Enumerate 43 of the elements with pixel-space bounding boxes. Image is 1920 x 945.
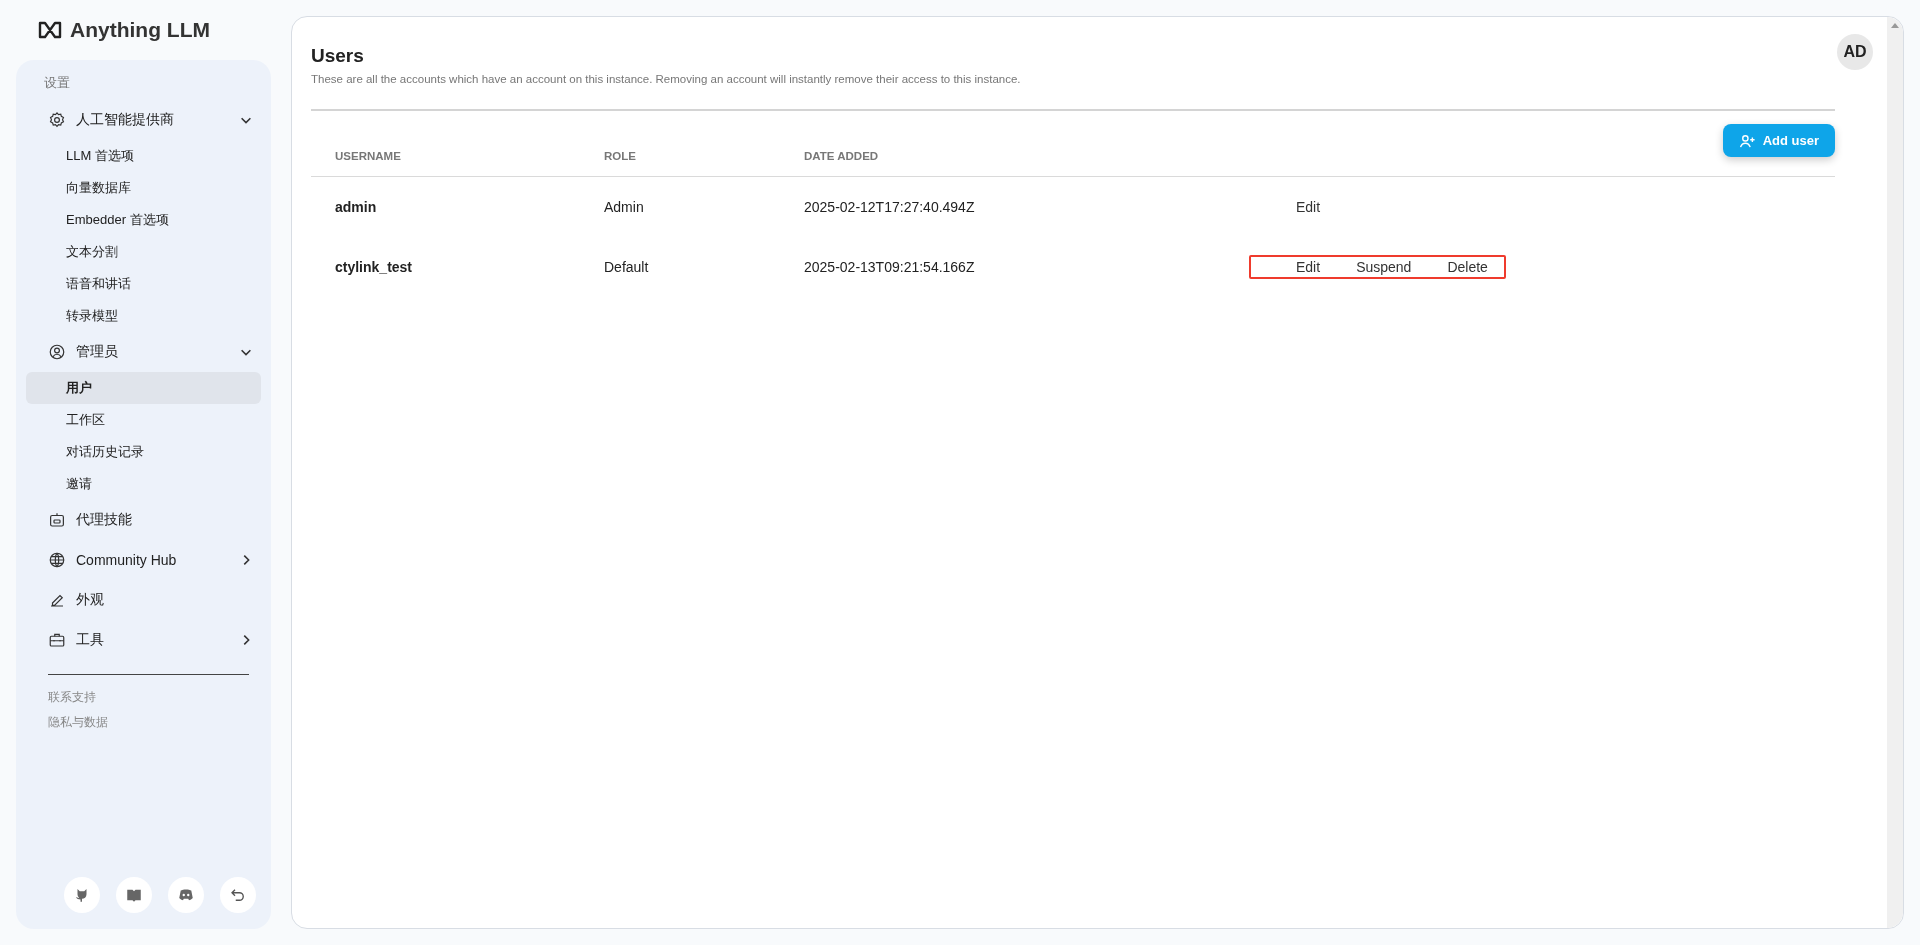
role-cell-text: Admin — [604, 199, 645, 215]
column-header: DATE ADDED — [804, 150, 880, 162]
sidebar-item[interactable]: 工具 — [26, 620, 261, 660]
sidebar-subitem[interactable]: LLM 首选项 — [26, 140, 261, 172]
column-header: USERNAME — [334, 150, 402, 162]
sidebar-item[interactable]: 管理员 — [26, 332, 261, 372]
sidebar-subitem[interactable]: 文本分割 — [26, 236, 261, 268]
page-title: Users — [311, 44, 365, 67]
sidebar-item[interactable]: 外观 — [26, 580, 261, 620]
sidebar-item[interactable]: 代理技能 — [26, 500, 261, 540]
action-link[interactable]: Edit — [1296, 199, 1321, 215]
robot-icon — [48, 511, 66, 529]
column-header: ROLE — [604, 150, 637, 162]
sidebar-subitem[interactable]: 向量数据库 — [26, 172, 261, 204]
globe-icon — [48, 551, 66, 569]
gear-icon — [48, 111, 66, 129]
brand-name: Anything LLM — [70, 18, 210, 42]
date-cell-text: 2025-02-12T17:27:40.494Z — [804, 199, 976, 215]
sidebar-item[interactable]: Community Hub — [26, 540, 261, 580]
action-link[interactable]: Delete — [1447, 259, 1488, 275]
action-link[interactable]: Edit — [1296, 259, 1321, 275]
username-cell-text: ctylink_test — [334, 259, 414, 275]
sidebar-subitem[interactable]: 对话历史记录 — [26, 436, 261, 468]
action-link[interactable]: Suspend — [1356, 259, 1412, 275]
sidebar-subitem[interactable]: 工作区 — [26, 404, 261, 436]
user-circle-icon — [48, 343, 66, 361]
briefcase-icon — [48, 631, 66, 649]
scrollbar[interactable] — [1887, 17, 1903, 928]
sidebar-subitem[interactable]: Embedder 首选项 — [26, 204, 261, 236]
sidebar-subitem[interactable]: 语音和讲话 — [26, 268, 261, 300]
sidebar-subitem[interactable]: 邀请 — [26, 468, 261, 500]
section-label: 设置 — [43, 74, 71, 92]
page-description: These are all the accounts which have an account on this instance. Removing an account will instantly remove their access to this instance. — [311, 73, 1022, 85]
sidebar-item[interactable]: 人工智能提供商 — [26, 100, 261, 140]
user-plus-icon — [1738, 133, 1757, 148]
logo-icon — [38, 21, 62, 39]
role-cell-text: Default — [604, 259, 650, 275]
book-icon[interactable] — [116, 877, 152, 913]
date-cell-text: 2025-02-13T09:21:54.166Z — [804, 259, 976, 275]
sidebar-subitem[interactable]: 转录模型 — [26, 300, 261, 332]
sidebar-subitem[interactable]: 用户 — [26, 372, 261, 404]
user-avatar[interactable]: AD — [1837, 34, 1873, 70]
username-cell-text: admin — [334, 199, 378, 215]
